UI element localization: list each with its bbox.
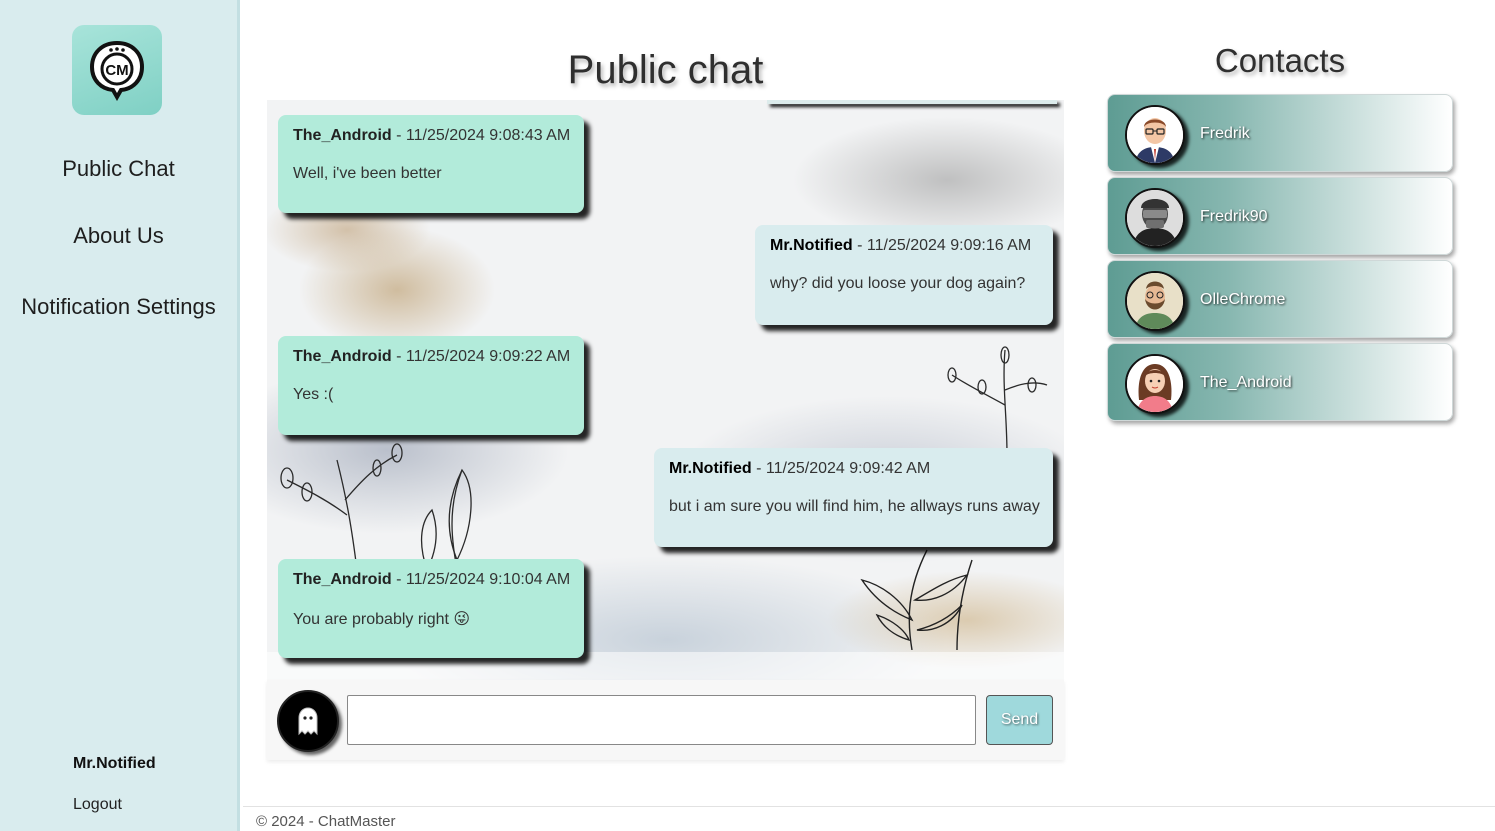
bearded-man-glasses-avatar [1125,271,1185,331]
plant-decoration-icon [280,443,472,570]
contact-item-ollechrome[interactable]: OlleChrome [1107,260,1453,338]
svg-text:CM: CM [105,62,128,79]
chat-messages-area[interactable]: The_Android - 11/25/2024 9:08:43 AM Well… [267,100,1064,680]
contact-name: Fredrik90 [1200,208,1268,225]
chat-message: The_Android - 11/25/2024 9:08:43 AM Well… [278,115,584,213]
footer-copyright: © 2024 - ChatMaster [256,813,396,830]
contact-item-fredrik90[interactable]: Fredrik90 [1107,177,1453,255]
message-text: Yes :( [293,386,334,403]
chat-message: Mr.Notified - 11/25/2024 9:09:42 AM but … [654,448,1053,547]
message-author: The_Android [293,348,392,365]
contact-name: Fredrik [1200,125,1250,142]
sidebar: CM Public Chat About Us Notification Set… [0,0,240,831]
message-author: Mr.Notified [669,460,752,477]
chat-message: The_Android - 11/25/2024 9:09:22 AM Yes … [278,336,584,435]
leaf-decoration-icon [860,549,973,650]
masked-villain-avatar [1125,188,1185,248]
contact-item-fredrik[interactable]: Fredrik [1107,94,1453,172]
message-author: The_Android [293,571,392,588]
chatmaster-logo-icon[interactable]: CM [72,25,162,115]
send-button[interactable]: Send [986,695,1053,745]
message-input[interactable] [347,695,976,745]
contacts-title: Contacts [1214,42,1346,79]
message-time: - 11/25/2024 9:09:16 AM [852,237,1032,254]
contact-name: The_Android [1200,374,1292,391]
message-time: - 11/25/2024 9:10:04 AM [391,571,571,588]
message-bubble-edge [767,100,1057,104]
chat-message: Mr.Notified - 11/25/2024 9:09:16 AM why?… [755,225,1053,325]
current-user-avatar [277,690,339,752]
current-user-name: Mr.Notified [73,755,156,772]
message-time: - 11/25/2024 9:08:43 AM [391,127,571,144]
nav-public-chat[interactable]: Public Chat [0,156,237,182]
woman-long-hair-avatar [1125,354,1185,414]
nav-notification-settings[interactable]: Notification Settings [0,294,237,320]
chat-title: Public chat [567,48,764,92]
message-text: why? did you loose your dog again? [770,275,1026,292]
contact-name: OlleChrome [1200,291,1286,308]
message-text: You are probably right 😜 [293,611,471,628]
nav-about-us[interactable]: About Us [0,223,237,249]
message-time: - 11/25/2024 9:09:42 AM [751,460,931,477]
footer: © 2024 - ChatMaster [243,806,1495,831]
branch-decoration-icon [947,346,1048,455]
message-input-bar: Send [267,680,1064,760]
message-author: Mr.Notified [770,237,853,254]
logout-link[interactable]: Logout [73,796,122,814]
message-author: The_Android [293,127,392,144]
contact-item-the-android[interactable]: The_Android [1107,343,1453,421]
message-time: - 11/25/2024 9:09:22 AM [391,348,571,365]
message-text: Well, i've been better [293,165,442,182]
chat-message: The_Android - 11/25/2024 9:10:04 AM You … [278,559,584,658]
man-with-glasses-suit-avatar [1125,105,1185,165]
message-text: but i am sure you will find him, he allw… [669,498,1040,515]
ghost-icon [298,707,318,736]
